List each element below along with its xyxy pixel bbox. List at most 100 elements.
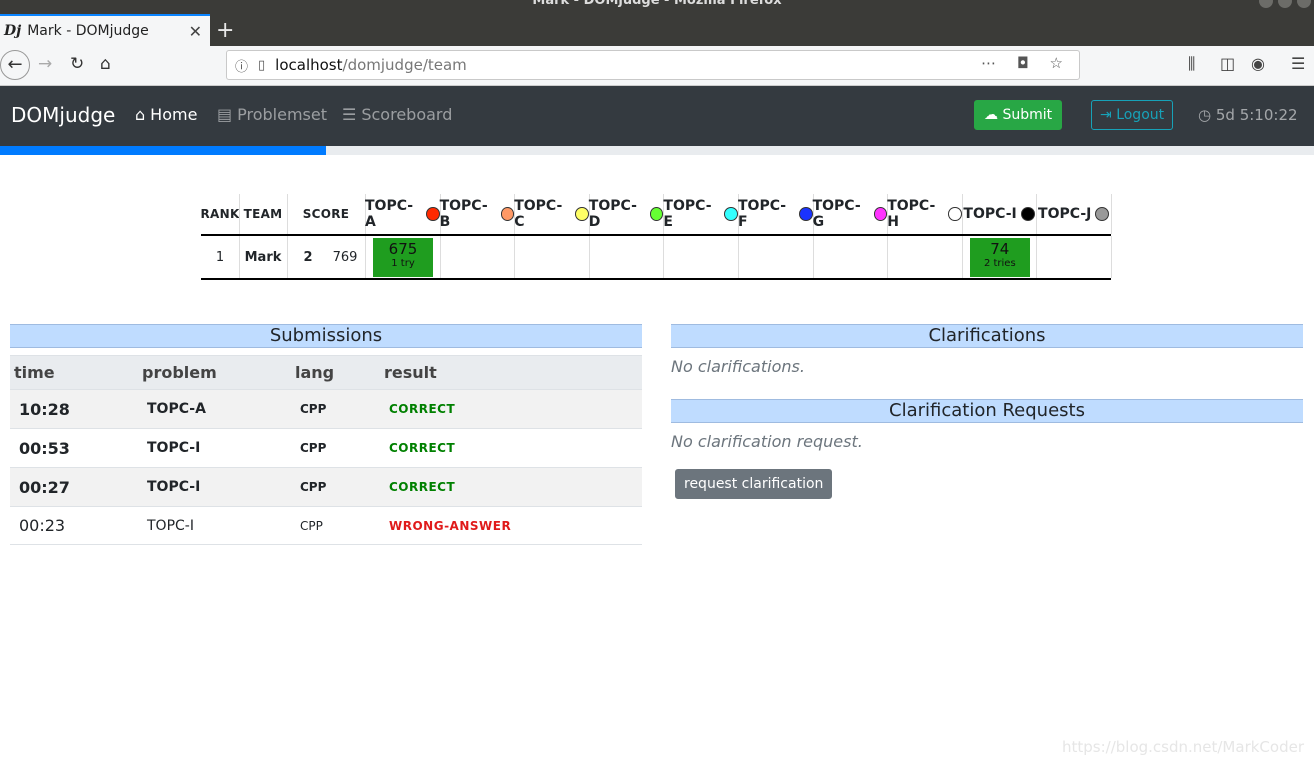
problem-label: TOPC-C	[514, 198, 563, 230]
nav-home-label: Home	[150, 105, 198, 124]
balloon-icon	[500, 207, 515, 221]
submission-time: 00:23	[19, 516, 66, 535]
problem-header-4[interactable]: TOPC-E	[663, 194, 738, 234]
problem-header-2[interactable]: TOPC-C	[514, 194, 589, 234]
submission-row[interactable]: 00:53 TOPC-I CPP CORRECT	[10, 428, 642, 467]
problem-header-6[interactable]: TOPC-G	[813, 194, 888, 234]
rank-header: RANK	[200, 207, 240, 221]
balloon-icon	[1095, 207, 1110, 221]
browser-navbar: ← → ↻ ⌂ ⓘ ▯ localhost/domjudge/team ⋯ ◘ …	[0, 46, 1314, 86]
domjudge-favicon-icon: Dj	[4, 23, 22, 39]
url-path: /domjudge/team	[342, 56, 467, 74]
home-icon[interactable]: ⌂	[100, 54, 111, 74]
balloon-icon	[724, 207, 738, 221]
problem-label: TOPC-D	[588, 198, 637, 230]
problem-header-7[interactable]: TOPC-H	[887, 194, 962, 234]
rank-cell: 1	[215, 249, 225, 265]
library-icon[interactable]: ⫼	[1188, 54, 1195, 74]
problem-label: TOPC-H	[887, 198, 936, 230]
problem-label: TOPC-G	[812, 198, 861, 230]
balloon-icon	[948, 207, 962, 221]
sidebar-icon[interactable]: ◫	[1220, 54, 1235, 73]
sign-out-icon: ⇥	[1100, 107, 1112, 123]
tab-strip: Dj Mark - DOMjudge ✕ +	[0, 10, 1314, 46]
no-clarification-requests-text: No clarification request.	[671, 432, 863, 451]
total-time: 769	[332, 249, 358, 265]
problem-header-8[interactable]: TOPC-I	[962, 194, 1037, 234]
balloon-icon	[575, 207, 589, 221]
problem-label: TOPC-B	[439, 198, 488, 230]
watermark: https://blog.csdn.net/MarkCoder	[1061, 738, 1304, 756]
problem-header-1[interactable]: TOPC-B	[440, 194, 515, 234]
submission-lang: CPP	[300, 402, 327, 416]
new-tab-button[interactable]: +	[216, 18, 234, 43]
problem-header-9[interactable]: TOPC-J	[1036, 194, 1111, 234]
tab-close-icon[interactable]: ✕	[189, 22, 202, 41]
submissions-table-header: time problem lang result	[10, 355, 642, 389]
book-icon: ▤	[217, 105, 233, 124]
team-cell: Mark	[244, 249, 282, 265]
problem-header-5[interactable]: TOPC-F	[738, 194, 813, 234]
nav-problemset-label: Problemset	[237, 105, 327, 124]
submissions-rows: 10:28 TOPC-A CPP CORRECT 00:53 TOPC-I CPP CORRE…	[10, 389, 642, 545]
balloon-icon	[798, 207, 813, 221]
scoreboard-row: 1 Mark 2 769 675 1 try 74 2 tries	[201, 236, 1112, 280]
balloon-icon	[649, 207, 664, 221]
submission-lang: CPP	[300, 518, 323, 533]
window-titlebar: Mark - DOMjudge - Mozilla Firefox	[0, 0, 1314, 10]
lang-column-header[interactable]: lang	[295, 356, 334, 389]
team-scoreboard: RANK TEAM SCORE TOPC-A TOPC-B TOPC-C TOPC-D…	[200, 194, 1112, 280]
submission-lang: CPP	[300, 441, 327, 455]
tab-title: Mark - DOMjudge	[27, 23, 149, 39]
problem-label: TOPC-J	[1038, 206, 1092, 222]
page-icon: ▯	[258, 57, 266, 73]
brand-link[interactable]: DOMjudge	[11, 103, 115, 127]
balloon-icon	[873, 207, 888, 221]
account-icon[interactable]: ◉	[1251, 54, 1265, 73]
submission-result: CORRECT	[389, 480, 456, 494]
submission-lang: CPP	[300, 480, 327, 494]
submission-row[interactable]: 00:23 TOPC-I CPP WRONG-ANSWER	[10, 506, 642, 545]
url-bar[interactable]: ⓘ ▯ localhost/domjudge/team ⋯ ◘ ☆	[226, 50, 1080, 80]
nav-home[interactable]: ⌂ Home	[135, 105, 197, 124]
contest-progress-fill	[0, 146, 326, 155]
submission-row[interactable]: 10:28 TOPC-A CPP CORRECT	[10, 389, 642, 428]
reload-button[interactable]: ↻	[70, 54, 84, 74]
balloon-icon	[1020, 207, 1035, 221]
problem-label: TOPC-I	[963, 206, 1017, 222]
submission-problem: TOPC-A	[147, 401, 206, 417]
problem-label: TOPC-A	[365, 198, 414, 230]
clock-icon: ◷	[1198, 106, 1212, 124]
problem-label: TOPC-F	[738, 198, 787, 230]
submission-problem: TOPC-I	[147, 479, 201, 495]
submission-row[interactable]: 00:27 TOPC-I CPP CORRECT	[10, 467, 642, 506]
problem-score-cell[interactable]: 675 1 try	[373, 238, 433, 277]
submit-button[interactable]: ☁ Submit	[974, 100, 1063, 130]
back-button[interactable]: ←	[0, 50, 30, 80]
clock-time: 5d 5:10:22	[1215, 106, 1298, 124]
problem-column-header[interactable]: problem	[142, 356, 217, 389]
solved-count: 2	[303, 249, 313, 265]
result-column-header[interactable]: result	[384, 356, 437, 389]
nav-scoreboard[interactable]: ☰ Scoreboard	[342, 105, 452, 124]
menu-icon[interactable]: ☰	[1291, 54, 1305, 73]
nav-problemset[interactable]: ▤ Problemset	[217, 105, 327, 124]
request-clarification-button[interactable]: request clarification	[675, 469, 833, 499]
problem-score-cell[interactable]: 74 2 tries	[969, 238, 1030, 277]
page-actions-icon[interactable]: ⋯ ◘ ☆	[981, 54, 1071, 72]
contest-clock: ◷ 5d 5:10:22	[1198, 106, 1298, 124]
problem-header-0[interactable]: TOPC-A	[365, 194, 440, 234]
submissions-heading: Submissions	[10, 324, 642, 348]
cloud-upload-icon: ☁	[984, 107, 998, 123]
time-column-header[interactable]: time	[14, 356, 55, 389]
list-icon: ☰	[342, 105, 357, 124]
submission-problem: TOPC-I	[147, 440, 201, 456]
problem-header-3[interactable]: TOPC-D	[589, 194, 664, 234]
logout-button[interactable]: ⇥ Logout	[1091, 100, 1174, 130]
problem-tries: 1 try	[391, 258, 415, 269]
balloon-icon	[426, 207, 440, 221]
nav-scoreboard-label: Scoreboard	[361, 105, 453, 124]
forward-button[interactable]: →	[38, 54, 52, 74]
info-icon[interactable]: ⓘ	[235, 56, 248, 75]
browser-tab[interactable]: Dj Mark - DOMjudge ✕	[0, 14, 210, 46]
